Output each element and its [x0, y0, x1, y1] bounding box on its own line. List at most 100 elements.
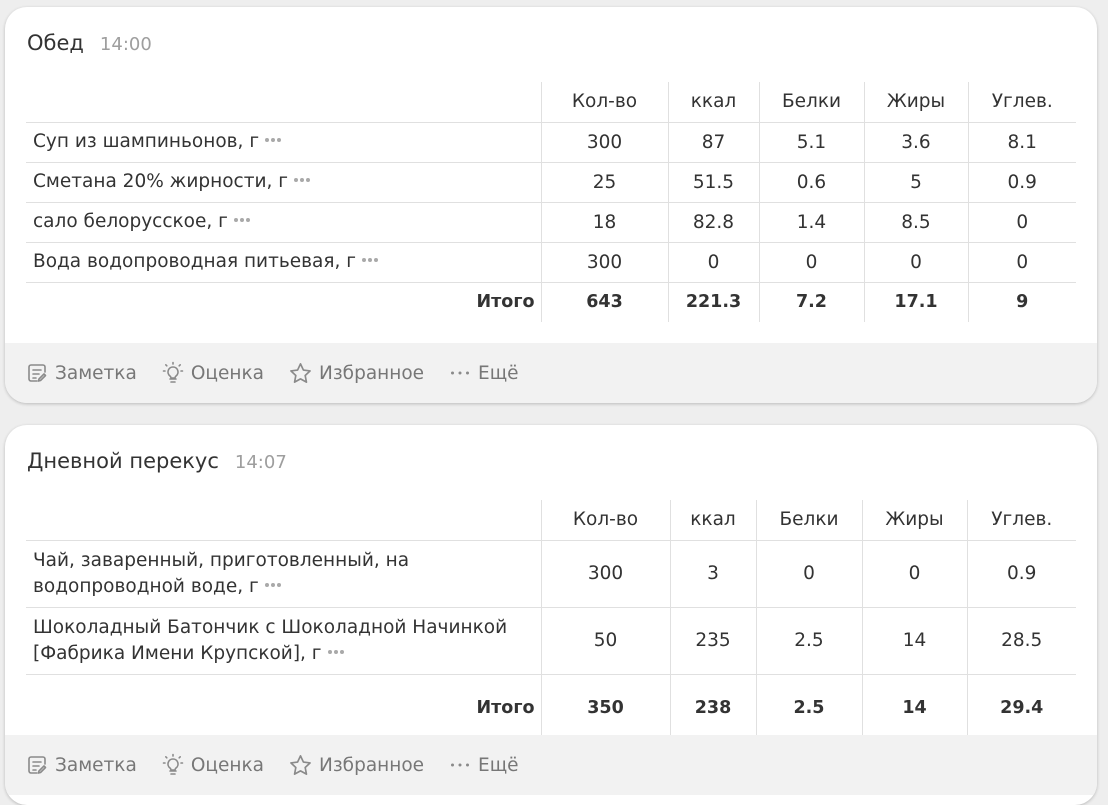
meal-time[interactable]: 14:07 [235, 452, 287, 473]
more-dots-icon[interactable] [233, 218, 250, 222]
total-kcal: 221.3 [667, 282, 759, 322]
meal-header: Обед 14:00 [27, 31, 152, 55]
meal-title[interactable]: Дневной перекус [27, 449, 219, 473]
table-row[interactable]: Чай, заваренный, приготовленный, на водо… [26, 540, 1076, 608]
more-button-label: Ещё [478, 754, 519, 776]
favorite-button-label: Избранное [318, 362, 425, 384]
fat-cell: 3.6 [863, 122, 968, 163]
carbs-cell: 0.9 [967, 162, 1076, 203]
favorite-button[interactable]: Избранное [288, 361, 424, 386]
carbs-cell: 0 [967, 242, 1076, 283]
lightbulb-icon [162, 361, 184, 383]
meal-time[interactable]: 14:00 [100, 34, 152, 55]
column-header-name [26, 82, 541, 123]
qty-cell[interactable]: 18 [540, 202, 668, 243]
food-name-cell[interactable]: Суп из шампиньонов, г [26, 122, 541, 163]
carbs-cell: 8.1 [967, 122, 1076, 163]
more-dots-icon[interactable] [293, 178, 310, 182]
protein-cell: 2.5 [755, 607, 862, 675]
total-row: Итого 350 238 2.5 14 29.4 [26, 674, 1076, 741]
table-row[interactable]: сало белорусское, г 18 82.8 1.4 8.5 0 [26, 202, 1076, 243]
carbs-cell: 28.5 [966, 607, 1076, 675]
total-qty: 643 [540, 282, 668, 322]
total-row: Итого 643 221.3 7.2 17.1 9 [26, 282, 1076, 322]
total-carbs: 9 [967, 282, 1076, 322]
meal-card-lunch: Обед 14:00 Кол-во ккал Белки Жиры Углев.… [5, 7, 1097, 403]
ellipsis-icon [451, 371, 470, 375]
fat-cell: 0 [863, 242, 968, 283]
total-label: Итого [476, 697, 535, 718]
rating-button-label: Оценка [190, 362, 264, 384]
fat-cell: 5 [863, 162, 968, 203]
meal-actions-bar: Заметка Оценка Избранное Ещё [5, 343, 1097, 403]
more-button[interactable]: Ещё [448, 361, 519, 385]
table-row[interactable]: Шоколадный Батончик с Шоколадной Начинко… [26, 607, 1076, 675]
qty-cell[interactable]: 300 [540, 540, 670, 608]
total-qty: 350 [540, 674, 670, 741]
qty-cell[interactable]: 50 [540, 607, 670, 675]
note-icon [28, 364, 47, 382]
favorite-button[interactable]: Избранное [288, 753, 424, 778]
more-dots-icon[interactable] [362, 258, 378, 262]
column-header-carbs: Углев. [966, 500, 1076, 541]
protein-cell: 0 [758, 242, 864, 283]
column-header-qty: Кол-во [540, 82, 668, 123]
kcal-cell: 3 [669, 540, 756, 608]
food-name: Сметана 20% жирности, г [33, 171, 288, 192]
more-button-label: Ещё [478, 362, 519, 384]
column-header-carbs: Углев. [967, 82, 1076, 123]
qty-cell[interactable]: 300 [540, 242, 668, 283]
table-header-row: Кол-во ккал Белки Жиры Углев. [26, 500, 1076, 541]
note-button[interactable]: Заметка [25, 753, 137, 777]
column-header-qty: Кол-во [540, 500, 670, 541]
rating-button[interactable]: Оценка [161, 361, 264, 385]
fat-cell: 0 [861, 540, 967, 608]
meal-title[interactable]: Обед [27, 31, 84, 55]
total-carbs: 29.4 [966, 674, 1076, 741]
qty-cell[interactable]: 25 [540, 162, 668, 203]
qty-cell[interactable]: 300 [540, 122, 668, 163]
lightbulb-icon [162, 753, 184, 775]
column-header-name [26, 500, 541, 541]
kcal-cell: 51.5 [667, 162, 759, 203]
total-fat: 14 [861, 674, 967, 741]
carbs-cell: 0 [967, 202, 1076, 243]
protein-cell: 0 [755, 540, 862, 608]
total-fat: 17.1 [863, 282, 968, 322]
meal-table: Кол-во ккал Белки Жиры Углев. Чай, завар… [26, 500, 1076, 741]
column-header-kcal: ккал [669, 500, 756, 541]
more-dots-icon[interactable] [265, 138, 282, 142]
more-dots-icon[interactable] [264, 582, 281, 587]
food-name-cell[interactable]: сало белорусское, г [26, 202, 541, 243]
table-row[interactable]: Сметана 20% жирности, г 25 51.5 0.6 5 0.… [26, 162, 1076, 203]
food-name-cell[interactable]: Сметана 20% жирности, г [26, 162, 541, 203]
total-kcal: 238 [669, 674, 756, 741]
table-header-row: Кол-во ккал Белки Жиры Углев. [26, 82, 1076, 123]
food-name-cell[interactable]: Вода водопроводная питьевая, г [26, 242, 541, 283]
food-name: Суп из шампиньонов, г [33, 131, 260, 152]
fat-cell: 14 [861, 607, 967, 675]
note-button[interactable]: Заметка [25, 361, 137, 385]
column-header-protein: Белки [755, 500, 862, 541]
column-header-fat: Жиры [863, 82, 968, 123]
rating-button[interactable]: Оценка [161, 753, 264, 777]
protein-cell: 1.4 [758, 202, 864, 243]
food-name: сало белорусское, г [33, 211, 228, 232]
more-button[interactable]: Ещё [448, 753, 519, 777]
food-name: Вода водопроводная питьевая, г [33, 251, 356, 272]
food-name: Чай, заваренный, приготовленный, на водо… [33, 549, 410, 597]
meal-header: Дневной перекус 14:07 [27, 449, 287, 473]
note-button-label: Заметка [55, 754, 137, 776]
table-row[interactable]: Вода водопроводная питьевая, г 300 0 0 0… [26, 242, 1076, 283]
kcal-cell: 87 [667, 122, 759, 163]
food-name-cell[interactable]: Шоколадный Батончик с Шоколадной Начинко… [26, 607, 541, 675]
note-button-label: Заметка [55, 362, 137, 384]
total-protein: 7.2 [758, 282, 864, 322]
more-dots-icon[interactable] [327, 649, 344, 654]
column-header-kcal: ккал [667, 82, 759, 123]
kcal-cell: 235 [669, 607, 756, 675]
column-header-fat: Жиры [861, 500, 967, 541]
fat-cell: 8.5 [863, 202, 968, 243]
food-name-cell[interactable]: Чай, заваренный, приготовленный, на водо… [26, 540, 541, 608]
table-row[interactable]: Суп из шампиньонов, г 300 87 5.1 3.6 8.1 [26, 122, 1076, 163]
